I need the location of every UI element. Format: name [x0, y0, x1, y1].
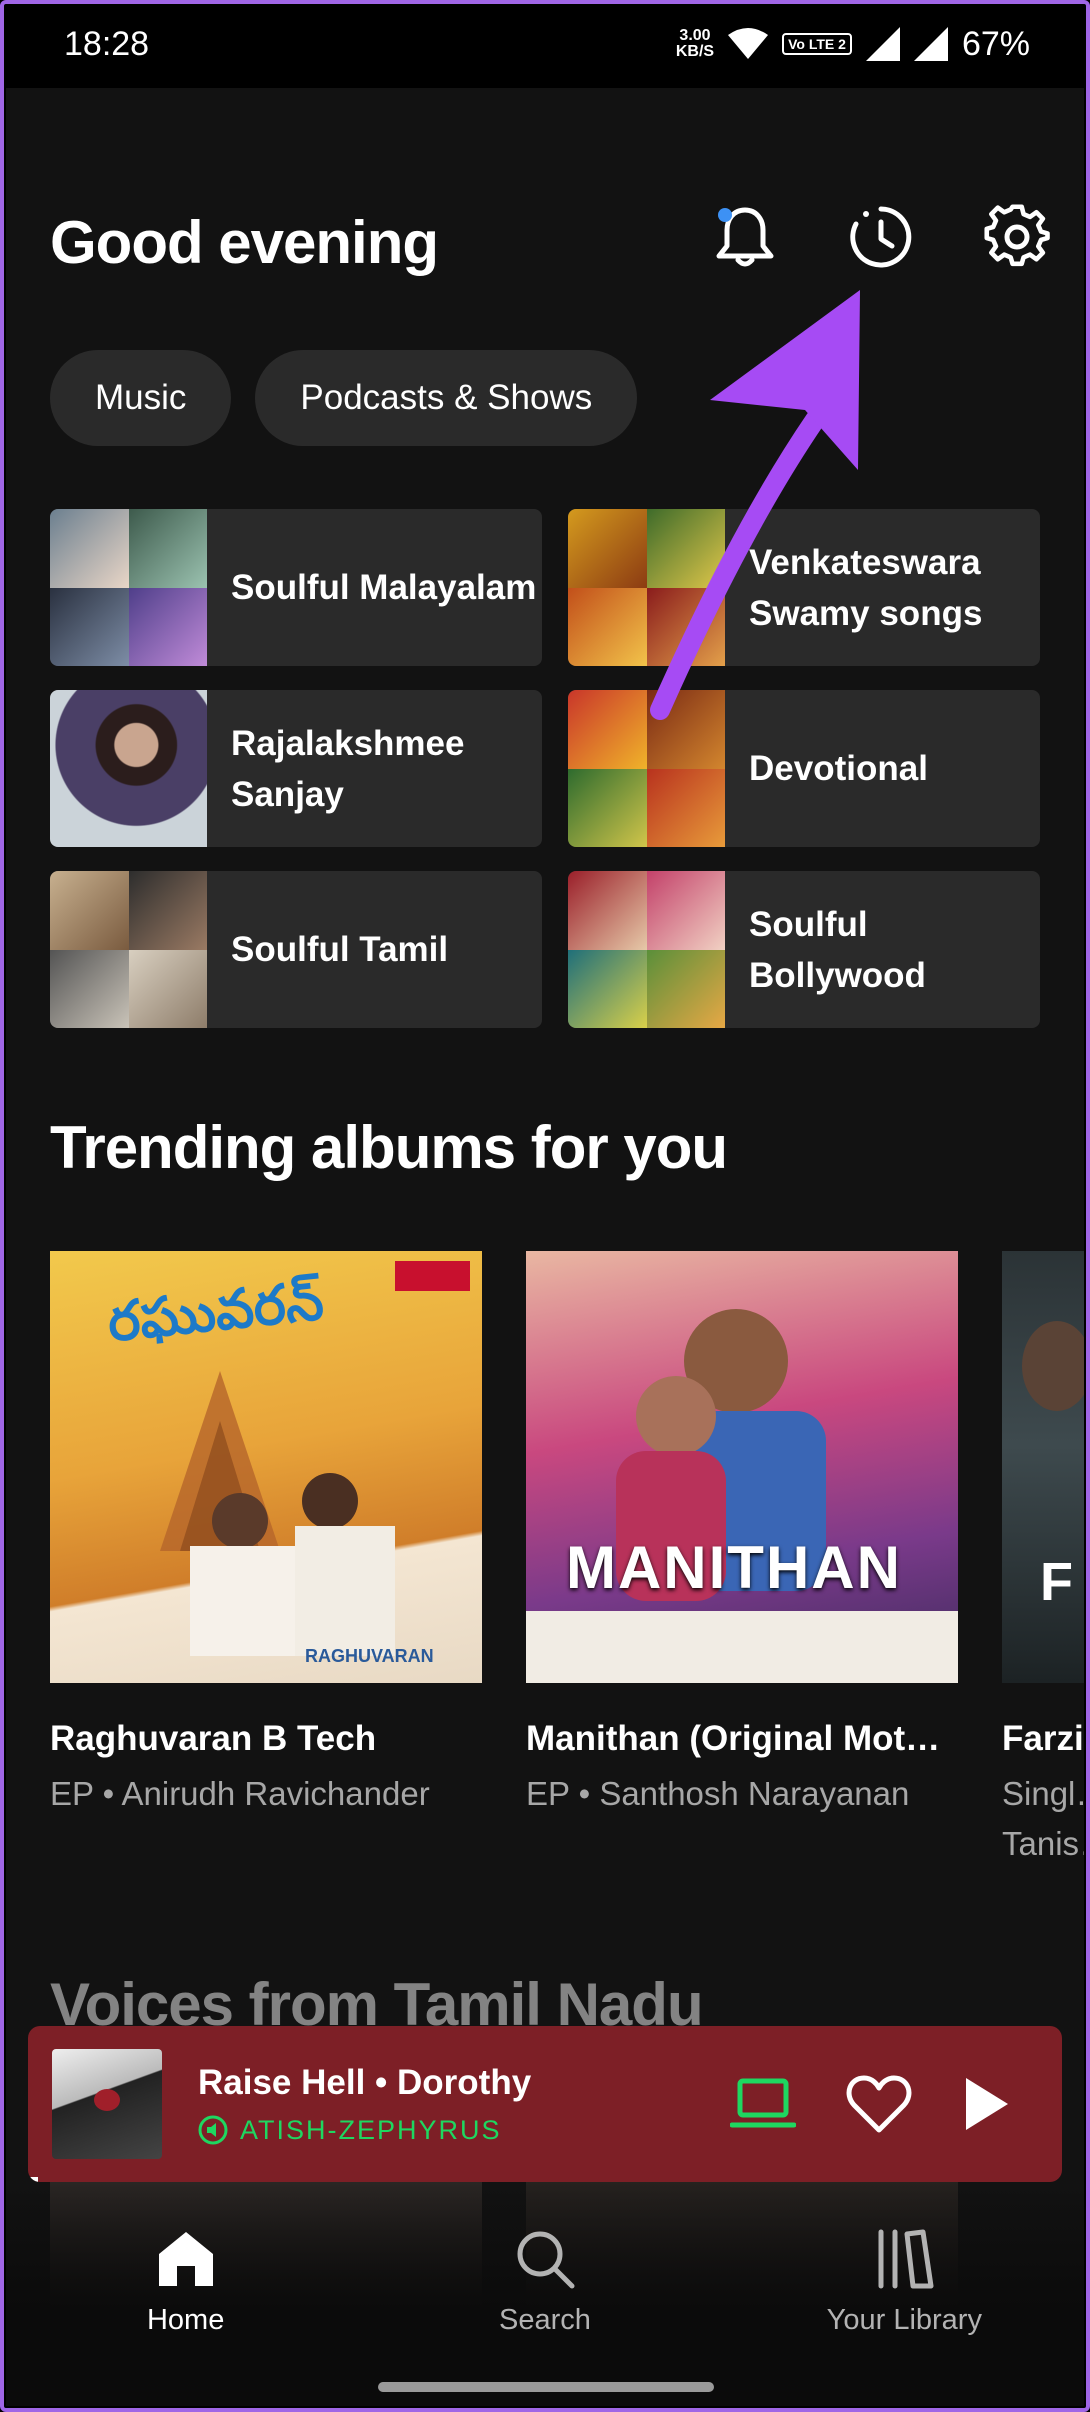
battery-level: 67%	[961, 24, 1030, 63]
album-subtitle: EP • Santhosh Narayanan	[526, 1775, 910, 1812]
album-title: Farzi	[1002, 1719, 1084, 1758]
album-title: Manithan (Original Mot…	[526, 1719, 941, 1758]
playback-progress	[28, 2177, 39, 2182]
gear-icon	[984, 204, 1050, 267]
status-time: 18:28	[64, 24, 150, 63]
filter-chips: Music Podcasts & Shows	[50, 350, 638, 446]
connected-device-name: ATISH-ZEPHYRUS	[240, 2114, 502, 2145]
search-icon	[517, 2231, 575, 2289]
playlist-cover	[50, 509, 207, 666]
shortcut-tile[interactable]: Soulful Bollywood	[568, 871, 1040, 1028]
recently-played-button[interactable]	[842, 198, 920, 276]
now-playing-cover	[52, 2049, 162, 2159]
history-clock-icon	[850, 206, 912, 268]
status-bar: 18:28 3.00 KB/S Vo LTE 2 67%	[0, 0, 1090, 88]
shortcut-label: Devotional	[749, 749, 928, 788]
album-cover: రఘువరన్ RAGHUVARAN	[50, 1251, 482, 1683]
speaker-icon	[198, 2115, 228, 2145]
album-subtitle: Singl… Tanis…	[1002, 1775, 1084, 1862]
album-cover-illustration: రఘువరన్	[105, 1261, 470, 1656]
net-speed-unit: KB/S	[675, 43, 715, 60]
library-icon	[878, 2229, 934, 2289]
album-cover: MANITHAN	[526, 1251, 958, 1683]
chip-music[interactable]: Music	[50, 350, 232, 446]
artist-photo	[50, 690, 207, 847]
album-cover-text: F	[1040, 1552, 1073, 1612]
heart-icon[interactable]	[846, 2074, 912, 2134]
nav-home[interactable]: Home	[6, 2228, 365, 2378]
album-card[interactable]: MANITHAN Manithan (Original Mot… EP • Sa…	[526, 1251, 958, 1869]
status-icons: 3.00 KB/S Vo LTE 2 67%	[676, 25, 1030, 64]
album-card[interactable]: F Farzi Singl… Tanis…	[1002, 1251, 1084, 1869]
shortcut-label: Soulful Bollywood	[749, 904, 926, 995]
net-speed-value: 3.00	[679, 27, 711, 44]
album-subtitle: EP • Anirudh Ravichander	[50, 1775, 430, 1812]
notification-dot	[718, 208, 732, 222]
shortcut-tile[interactable]: Rajalakshmee Sanjay	[50, 690, 542, 847]
devices-icon[interactable]	[730, 2075, 796, 2133]
now-playing-track: Raise Hell • Dorothy	[198, 2062, 532, 2102]
header-actions	[706, 198, 1056, 276]
chip-podcasts-shows[interactable]: Podcasts & Shows	[255, 350, 638, 446]
album-cover-illustration	[526, 1309, 958, 1683]
wifi-icon	[728, 28, 769, 59]
signal-icon	[865, 27, 900, 61]
nav-search[interactable]: Search	[365, 2228, 724, 2378]
annotation-arrow	[650, 290, 860, 720]
nav-library[interactable]: Your Library	[725, 2228, 1084, 2378]
shortcut-tile[interactable]: Soulful Malayalam	[50, 509, 542, 666]
net-speed: 3.00 KB/S	[676, 28, 714, 60]
nav-search-label: Search	[499, 2304, 591, 2336]
settings-button[interactable]	[978, 198, 1056, 276]
svg-text:రఘువరన్: రఘువరన్	[105, 1271, 326, 1353]
album-card[interactable]: రఘువరన్ RAGHUVARAN Raghuvaran B Tech EP …	[50, 1251, 482, 1869]
notifications-button[interactable]	[706, 198, 784, 276]
volte-badge: Vo LTE 2	[782, 33, 852, 55]
shortcut-label: Rajalakshmee Sanjay	[231, 723, 465, 814]
shortcut-label: Soulful Tamil	[231, 930, 449, 969]
album-title: Raghuvaran B Tech	[50, 1719, 377, 1758]
now-playing-bar[interactable]: Raise Hell • Dorothy ATISH-ZEPHYRUS	[28, 2026, 1062, 2182]
connected-device: ATISH-ZEPHYRUS	[198, 2115, 730, 2146]
nav-library-label: Your Library	[826, 2304, 982, 2336]
playlist-cover	[568, 871, 725, 1028]
playlist-cover	[50, 871, 207, 1028]
home-icon	[158, 2232, 213, 2286]
shortcut-label: Soulful Malayalam	[231, 568, 537, 607]
album-cover-text: RAGHUVARAN	[305, 1646, 434, 1666]
page-title: Good evening	[50, 209, 439, 276]
now-playing-controls	[730, 2074, 1010, 2134]
home-indicator	[378, 2382, 714, 2392]
bottom-navigation: Home Search Your Library	[6, 2228, 1084, 2378]
app-content: Good evening Music Podcasts & Shows Soul…	[6, 88, 1084, 2406]
trending-albums-row: రఘువరన్ RAGHUVARAN Raghuvaran B Tech EP …	[50, 1251, 1084, 1869]
album-cover: F	[1002, 1251, 1084, 1683]
album-cover-text: MANITHAN	[566, 1534, 902, 1601]
now-playing-info: Raise Hell • Dorothy ATISH-ZEPHYRUS	[198, 2063, 730, 2146]
play-icon[interactable]	[962, 2076, 1010, 2132]
signal-icon-2	[913, 27, 948, 61]
trending-section-title: Trending albums for you	[50, 1114, 728, 1181]
shortcut-tile[interactable]: Soulful Tamil	[50, 871, 542, 1028]
nav-home-label: Home	[146, 2304, 225, 2336]
